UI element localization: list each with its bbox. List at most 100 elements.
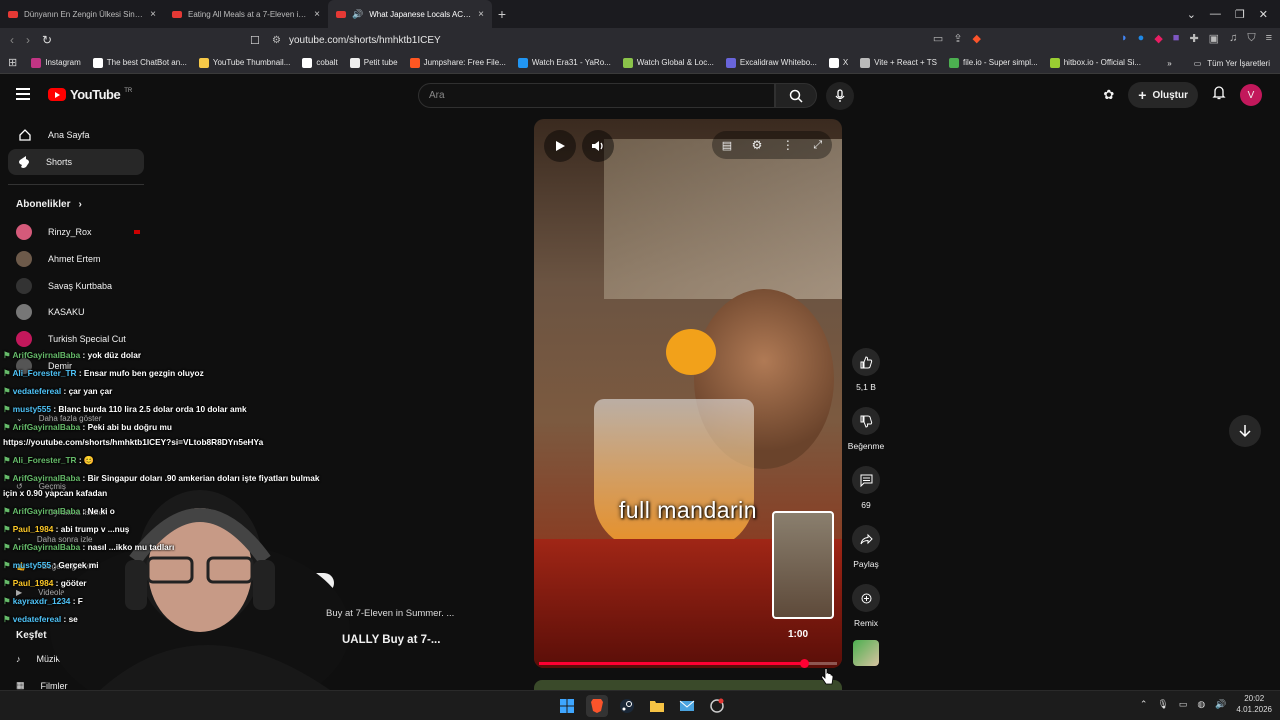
share-icon[interactable]: ⇪	[953, 32, 962, 45]
sidebar-toggle-icon[interactable]: ▣	[1209, 32, 1219, 45]
subscription-item[interactable]: Turkish Special Cut	[16, 331, 146, 348]
new-tab-button[interactable]: +	[492, 6, 512, 22]
extension-blue-icon[interactable]: ●	[1138, 32, 1145, 45]
share-button[interactable]: Paylaş	[845, 525, 887, 569]
sidebar-item-shorts[interactable]: Shorts	[8, 149, 144, 175]
url-text[interactable]: youtube.com/shorts/hmhktb1ICEY	[289, 35, 441, 46]
file-explorer-icon[interactable]	[646, 695, 668, 717]
search-button[interactable]	[775, 83, 817, 108]
bookmark-item[interactable]: Excalidraw Whitebo...	[720, 57, 823, 68]
menu-hamburger-icon[interactable]	[16, 88, 30, 100]
vpn-icon[interactable]: ⛉	[1247, 32, 1255, 45]
audio-playing-icon[interactable]: 🔊	[352, 9, 363, 20]
subscription-item[interactable]: Savaş Kurtbaba	[16, 277, 146, 294]
subscription-item[interactable]: KASAKU	[16, 304, 146, 321]
brave-shield-icon[interactable]: ◆	[973, 32, 981, 45]
search-input[interactable]: Ara	[418, 83, 775, 108]
steam-icon[interactable]	[616, 695, 638, 717]
youtube-favicon-icon	[8, 10, 18, 18]
like-button[interactable]: 5,1 B	[845, 348, 887, 392]
apps-grid-icon[interactable]: ⊞	[8, 56, 25, 69]
settings-gear-icon[interactable]: ⚙	[752, 138, 763, 152]
extension-purple-icon[interactable]: ■	[1173, 32, 1180, 45]
subscription-item[interactable]: Rinzy_Rox	[16, 224, 146, 240]
close-tab-icon[interactable]: ×	[478, 9, 484, 20]
windows-start-icon[interactable]	[556, 695, 578, 717]
media-icon[interactable]: ♫	[1229, 32, 1237, 45]
avatar[interactable]: V	[1240, 84, 1262, 106]
back-icon[interactable]: ‹	[10, 33, 14, 47]
translate-icon[interactable]: ◗	[1121, 32, 1128, 45]
video-top-controls: ▤ ⚙ ⋮ ⤢	[712, 131, 832, 159]
tray-expand-icon[interactable]: ⌃	[1140, 699, 1148, 710]
address-bar[interactable]: ☐ ⚙ youtube.com/shorts/hmhktb1ICEY	[250, 30, 992, 50]
brave-browser-icon[interactable]	[586, 695, 608, 717]
extension-pink-icon[interactable]: ◆	[1154, 32, 1162, 45]
notifications-bell-icon[interactable]	[1212, 85, 1226, 105]
app-red-icon[interactable]	[706, 695, 728, 717]
video-mandarin	[666, 329, 716, 375]
sound-thumbnail[interactable]	[853, 640, 879, 666]
fullscreen-icon[interactable]: ⤢	[813, 139, 822, 152]
next-short-button[interactable]	[1229, 415, 1261, 447]
bookmark-item[interactable]: hitbox.io - Official Si...	[1044, 57, 1147, 68]
youtube-logo[interactable]: YouTube TR	[48, 87, 132, 102]
browser-tab[interactable]: Eating All Meals at a 7-Eleven in Sing ×	[164, 0, 328, 28]
network-icon[interactable]: ▭	[1179, 699, 1188, 710]
bookmark-item[interactable]: cobalt	[296, 57, 343, 68]
wifi-icon[interactable]: ◍	[1197, 699, 1205, 710]
mic-tray-icon[interactable]: 🎙	[1157, 699, 1168, 710]
maximize-icon[interactable]: ❐	[1235, 8, 1245, 21]
reload-icon[interactable]: ↻	[42, 33, 52, 47]
cast-icon[interactable]: ▭	[933, 32, 943, 45]
speaker-icon[interactable]: 🔊	[1215, 699, 1226, 710]
all-bookmarks-link[interactable]: Tüm Yer İşaretleri	[1207, 59, 1270, 68]
tab-title: What Japanese Locals ACTUA	[369, 9, 473, 19]
taskbar-clock[interactable]: 20:02 4.01.2026	[1236, 693, 1272, 715]
close-window-icon[interactable]: ✕	[1259, 8, 1268, 21]
subscription-item[interactable]: Ahmet Ertem	[16, 250, 146, 267]
bookmark-item[interactable]: Watch Global & Loc...	[617, 57, 720, 68]
short-title[interactable]: UALLY Buy at 7-...	[342, 634, 440, 646]
bookmark-item[interactable]: Watch Era31 - YaRo...	[512, 57, 617, 68]
more-options-icon[interactable]: ⋮	[782, 138, 794, 152]
site-info-icon[interactable]: ⚙	[272, 35, 281, 46]
bookmark-page-icon[interactable]: ☐	[250, 34, 260, 47]
bookmark-item[interactable]: Petit tube	[344, 57, 404, 68]
subscriptions-header[interactable]: Abonelikler ›	[16, 199, 82, 210]
comments-button[interactable]: 69	[845, 466, 887, 510]
minimize-icon[interactable]: —	[1210, 8, 1221, 20]
next-short-preview[interactable]	[534, 680, 842, 690]
remix-button[interactable]: Remix	[845, 584, 887, 628]
bookmark-item[interactable]: Instagram	[25, 57, 87, 68]
shorts-remix-icon[interactable]: ✿	[1103, 87, 1114, 103]
short-video-player[interactable]: ▤ ⚙ ⋮ ⤢ full mandarin 1:00	[534, 119, 842, 668]
browser-tab[interactable]: Dünyanın En Zengin Ülkesi Singapur ×	[0, 0, 164, 28]
progress-bar[interactable]	[539, 659, 837, 668]
seek-preview-thumbnail	[772, 511, 834, 619]
dislike-button[interactable]: Beğenme	[845, 407, 887, 451]
short-title-partial[interactable]: Buy at 7-Eleven in Summer. ...	[326, 608, 454, 619]
more-bookmarks-icon[interactable]: »	[1167, 59, 1171, 68]
dislike-label: Beğenme	[847, 441, 885, 451]
extensions-icon[interactable]: ✚	[1189, 32, 1198, 45]
close-tab-icon[interactable]: ×	[150, 9, 156, 20]
menu-icon[interactable]: ≡	[1266, 32, 1272, 45]
volume-button[interactable]	[582, 130, 614, 162]
bookmark-item[interactable]: X	[823, 57, 854, 68]
bookmark-item[interactable]: Jumpshare: Free File...	[404, 57, 512, 68]
sidebar-item-home[interactable]: Ana Sayfa	[8, 122, 144, 148]
bookmark-item[interactable]: file.io - Super simpl...	[943, 57, 1044, 68]
mail-app-icon[interactable]	[676, 695, 698, 717]
bookmark-item[interactable]: The best ChatBot an...	[87, 57, 193, 68]
captions-icon[interactable]: ▤	[722, 139, 732, 152]
voice-search-button[interactable]	[826, 82, 854, 110]
bookmark-item[interactable]: Vite + React + TS	[854, 57, 943, 68]
browser-tab-active[interactable]: 🔊 What Japanese Locals ACTUA ×	[328, 0, 492, 28]
bookmark-item[interactable]: YouTube Thumbnail...	[193, 57, 297, 68]
tab-search-icon[interactable]: ⌄	[1187, 8, 1196, 21]
forward-icon[interactable]: ›	[26, 33, 30, 47]
create-button[interactable]: + Oluştur	[1128, 82, 1198, 108]
close-tab-icon[interactable]: ×	[314, 9, 320, 20]
play-button[interactable]	[544, 130, 576, 162]
